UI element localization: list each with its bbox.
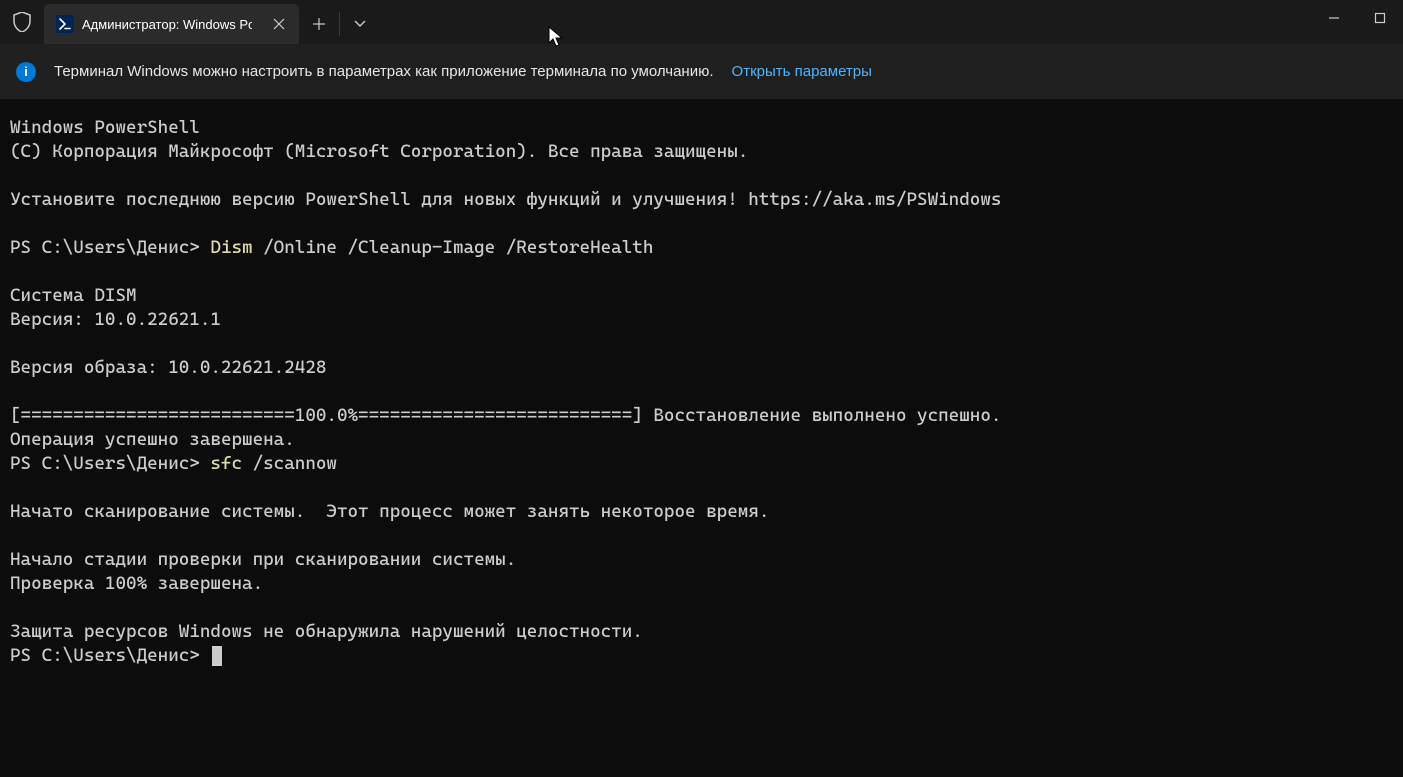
prompt: PS C:\Users\Денис> (10, 645, 210, 666)
output-line: Версия образа: 10.0.22621.2428 (10, 357, 326, 378)
command-name: sfc (210, 453, 242, 474)
minimize-button[interactable] (1311, 0, 1357, 36)
output-line: Windows PowerShell (10, 117, 200, 138)
command-args: /Online /Cleanup-Image /RestoreHealth (253, 237, 654, 258)
output-line: Cистема DISM (10, 285, 137, 306)
title-bar: Администратор: Windows Po (0, 0, 1403, 44)
output-line: [==========================100.0%=======… (10, 405, 1001, 426)
new-tab-button[interactable] (299, 4, 339, 44)
info-bar: i Терминал Windows можно настроить в пар… (0, 44, 1403, 100)
info-icon: i (16, 62, 36, 82)
titlebar-drag-area[interactable] (380, 0, 1311, 44)
maximize-icon (1374, 12, 1386, 24)
output-line: Начато сканирование системы. Этот процес… (10, 501, 769, 522)
chevron-down-icon (354, 20, 366, 28)
tab-title: Администратор: Windows Po (82, 17, 252, 32)
powershell-icon (56, 15, 74, 33)
tab-dropdown-button[interactable] (340, 4, 380, 44)
command-args: /scannow (242, 453, 337, 474)
info-text: Терминал Windows можно настроить в парам… (54, 63, 714, 80)
maximize-button[interactable] (1357, 0, 1403, 36)
open-settings-link[interactable]: Открыть параметры (732, 63, 872, 80)
text-cursor (212, 646, 222, 666)
terminal-output[interactable]: Windows PowerShell (C) Корпорация Майкро… (0, 100, 1403, 684)
admin-shield-icon (0, 0, 44, 44)
command-name: Dism (210, 237, 252, 258)
close-icon (273, 18, 285, 30)
output-line: Операция успешно завершена. (10, 429, 295, 450)
output-line: Начало стадии проверки при сканировании … (10, 549, 516, 570)
tab-close-button[interactable] (269, 14, 289, 34)
output-line: Защита ресурсов Windows не обнаружила на… (10, 621, 643, 642)
output-line: Версия: 10.0.22621.1 (10, 309, 221, 330)
plus-icon (312, 17, 326, 31)
output-line: Проверка 100% завершена. (10, 573, 263, 594)
tab-powershell[interactable]: Администратор: Windows Po (44, 4, 299, 44)
window-controls (1311, 0, 1403, 44)
minimize-icon (1328, 12, 1340, 24)
prompt: PS C:\Users\Денис> (10, 237, 210, 258)
output-line: (C) Корпорация Майкрософт (Microsoft Cor… (10, 141, 748, 162)
prompt: PS C:\Users\Денис> (10, 453, 210, 474)
output-line: Установите последнюю версию PowerShell д… (10, 189, 1001, 210)
